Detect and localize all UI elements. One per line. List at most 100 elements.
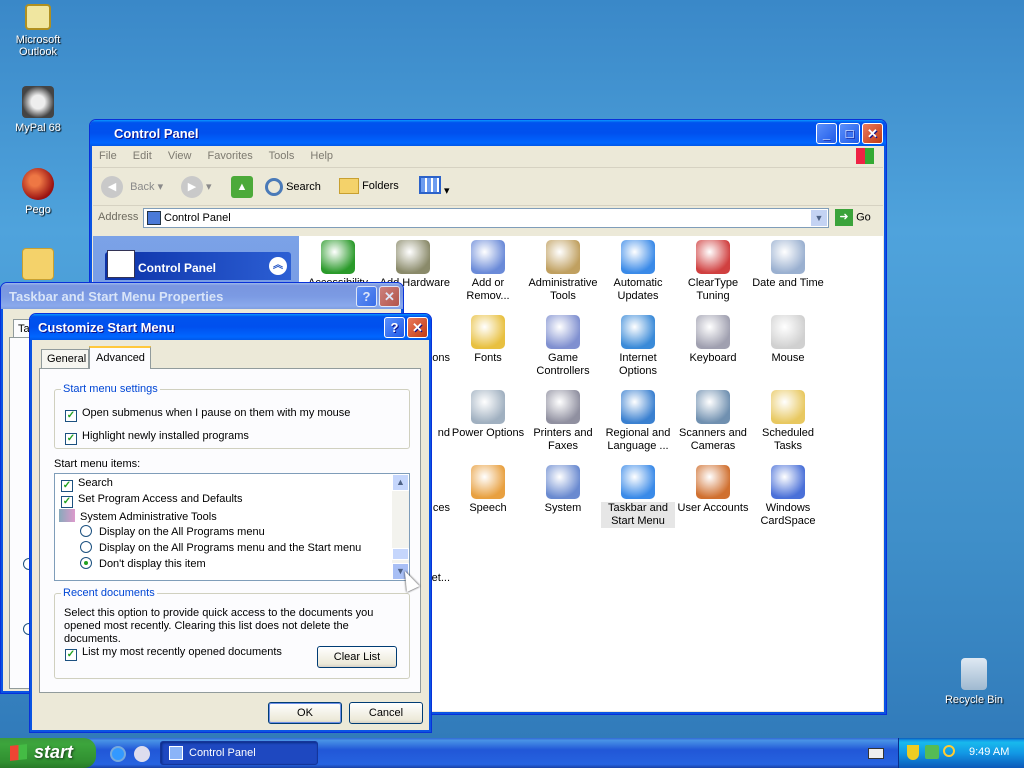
- ok-button[interactable]: OK: [268, 702, 342, 724]
- control-panel-item[interactable]: Keyboard: [676, 315, 750, 365]
- security-shield-icon[interactable]: [907, 745, 919, 760]
- search-icon[interactable]: [943, 745, 955, 757]
- customize-titlebar[interactable]: Customize Start Menu ? ✕: [30, 314, 431, 340]
- views-button[interactable]: ▾: [419, 176, 453, 198]
- list-item[interactable]: Display on the All Programs menu and the…: [80, 541, 361, 554]
- window-title: Control Panel: [114, 126, 199, 141]
- clear-list-button[interactable]: Clear List: [317, 646, 397, 668]
- close-button[interactable]: ✕: [379, 286, 400, 307]
- desktop-icon-recycle-bin[interactable]: Recycle Bin: [936, 658, 1012, 706]
- checkbox-icon: ✓: [61, 480, 73, 492]
- quick-launch-ie-icon[interactable]: [110, 746, 126, 762]
- list-item[interactable]: Don't display this item: [80, 557, 206, 570]
- control-panel-item[interactable]: Automatic Updates: [601, 240, 675, 303]
- control-panel-item[interactable]: Mouse: [751, 315, 825, 365]
- menu-file[interactable]: File: [99, 150, 117, 162]
- help-button[interactable]: ?: [384, 317, 405, 338]
- minimize-button[interactable]: _: [816, 123, 837, 144]
- list-item[interactable]: Display on the All Programs menu: [80, 525, 265, 538]
- desktop-icon-mypal[interactable]: MyPal 68: [0, 86, 76, 134]
- control-panel-item[interactable]: User Accounts: [676, 465, 750, 515]
- task-pane-header[interactable]: Control Panel ︽: [105, 250, 291, 280]
- control-panel-item[interactable]: Printers and Faxes: [526, 390, 600, 453]
- list-item: System Administrative Tools: [59, 509, 217, 523]
- search-button[interactable]: Search: [265, 178, 321, 196]
- scrollbar[interactable]: ▲ ▼: [392, 474, 409, 580]
- open-submenus-checkbox[interactable]: ✓ Open submenus when I pause on them with…: [65, 407, 350, 422]
- close-button[interactable]: ✕: [407, 317, 428, 338]
- list-item[interactable]: ✓ Search: [61, 477, 113, 492]
- folders-button[interactable]: Folders: [339, 178, 399, 194]
- control-panel-item[interactable]: Date and Time: [751, 240, 825, 290]
- back-arrow-icon: ◀: [101, 176, 123, 198]
- add-remove-programs-icon: [471, 240, 505, 274]
- start-button[interactable]: start: [0, 738, 96, 768]
- cancel-button[interactable]: Cancel: [349, 702, 423, 724]
- control-panel-item[interactable]: System: [526, 465, 600, 515]
- keyboard-icon[interactable]: [868, 748, 884, 759]
- list-recent-checkbox[interactable]: ✓ List my most recently opened documents: [65, 646, 282, 661]
- control-panel-titlebar[interactable]: Control Panel _ □ ✕: [90, 120, 886, 146]
- control-panel-item[interactable]: Taskbar and Start Menu: [601, 465, 675, 528]
- accessibility-icon: [321, 240, 355, 274]
- item-label: Windows CardSpace: [760, 502, 816, 527]
- desktop-icon-pego[interactable]: Pego: [0, 168, 76, 216]
- tab-advanced[interactable]: Advanced: [89, 346, 151, 369]
- up-folder-button[interactable]: ▲: [231, 176, 253, 198]
- admin-tools-icon: [59, 509, 75, 522]
- maximize-button[interactable]: □: [839, 123, 860, 144]
- back-button[interactable]: ◀ Back ▾: [101, 176, 163, 198]
- control-panel-item[interactable]: Internet Options: [601, 315, 675, 378]
- list-item[interactable]: ✓ Set Program Access and Defaults: [61, 493, 242, 508]
- taskbar-task-control-panel[interactable]: Control Panel: [160, 741, 318, 765]
- desktop-icon-folder[interactable]: [0, 248, 76, 284]
- address-input[interactable]: Control Panel ▼: [143, 208, 829, 228]
- control-panel-item[interactable]: ClearType Tuning: [676, 240, 750, 303]
- customize-start-menu-dialog: Customize Start Menu ? ✕ General Advance…: [29, 313, 432, 733]
- go-button[interactable]: ➜ Go: [835, 209, 871, 226]
- start-label: start: [34, 742, 74, 762]
- checkbox-icon: ✓: [61, 496, 73, 508]
- desktop-icon-outlook[interactable]: Microsoft Outlook: [0, 4, 76, 58]
- start-menu-items-list[interactable]: ✓ Search ✓ Set Program Access and Defaults…: [54, 473, 410, 581]
- control-panel-item[interactable]: Scheduled Tasks: [751, 390, 825, 453]
- address-dropdown-arrow-icon[interactable]: ▼: [811, 210, 827, 226]
- automatic-updates-icon: [621, 240, 655, 274]
- control-panel-item[interactable]: Power Options: [451, 390, 525, 440]
- regional-icon: [621, 390, 655, 424]
- views-icon: [419, 176, 441, 194]
- control-panel-item[interactable]: Game Controllers: [526, 315, 600, 378]
- highlight-programs-checkbox[interactable]: ✓ Highlight newly installed programs: [65, 430, 249, 445]
- taskbar: start Control Panel 9:49 AM: [0, 738, 1024, 768]
- start-menu-settings-group: Start menu settings ✓ Open submenus when …: [54, 383, 410, 449]
- menu-view[interactable]: View: [168, 150, 192, 162]
- menu-help[interactable]: Help: [310, 150, 333, 162]
- control-panel-item[interactable]: Scanners and Cameras: [676, 390, 750, 453]
- scroll-up-icon[interactable]: ▲: [392, 474, 409, 491]
- tab-general[interactable]: General: [41, 349, 89, 368]
- power-options-icon: [471, 390, 505, 424]
- control-panel-item[interactable]: Add or Remov...: [451, 240, 525, 303]
- scroll-thumb[interactable]: [392, 548, 409, 560]
- taskbar-properties-titlebar[interactable]: Taskbar and Start Menu Properties ? ✕: [1, 283, 403, 309]
- collapse-chevron-icon[interactable]: ︽: [269, 257, 287, 275]
- close-button[interactable]: ✕: [862, 123, 883, 144]
- control-panel-item[interactable]: Fonts: [451, 315, 525, 365]
- menu-tools[interactable]: Tools: [269, 150, 295, 162]
- mouse-icon: [771, 315, 805, 349]
- button-label: Cancel: [368, 707, 404, 719]
- item-label: Taskbar and Start Menu: [601, 502, 675, 528]
- control-panel-item[interactable]: Administrative Tools: [526, 240, 600, 303]
- control-panel-item[interactable]: Speech: [451, 465, 525, 515]
- item-label: Game Controllers: [536, 352, 590, 377]
- control-panel-item[interactable]: Regional and Language ...: [601, 390, 675, 453]
- quick-launch-app-icon[interactable]: [134, 746, 150, 762]
- menu-edit[interactable]: Edit: [133, 150, 152, 162]
- forward-button[interactable]: ▶ ▾: [181, 176, 212, 198]
- help-button[interactable]: ?: [356, 286, 377, 307]
- clock[interactable]: 9:49 AM: [969, 746, 1009, 758]
- network-icon[interactable]: [925, 745, 939, 759]
- recent-description: Select this option to provide quick acce…: [64, 607, 374, 645]
- menu-favorites[interactable]: Favorites: [208, 150, 253, 162]
- control-panel-item[interactable]: Windows CardSpace: [751, 465, 825, 528]
